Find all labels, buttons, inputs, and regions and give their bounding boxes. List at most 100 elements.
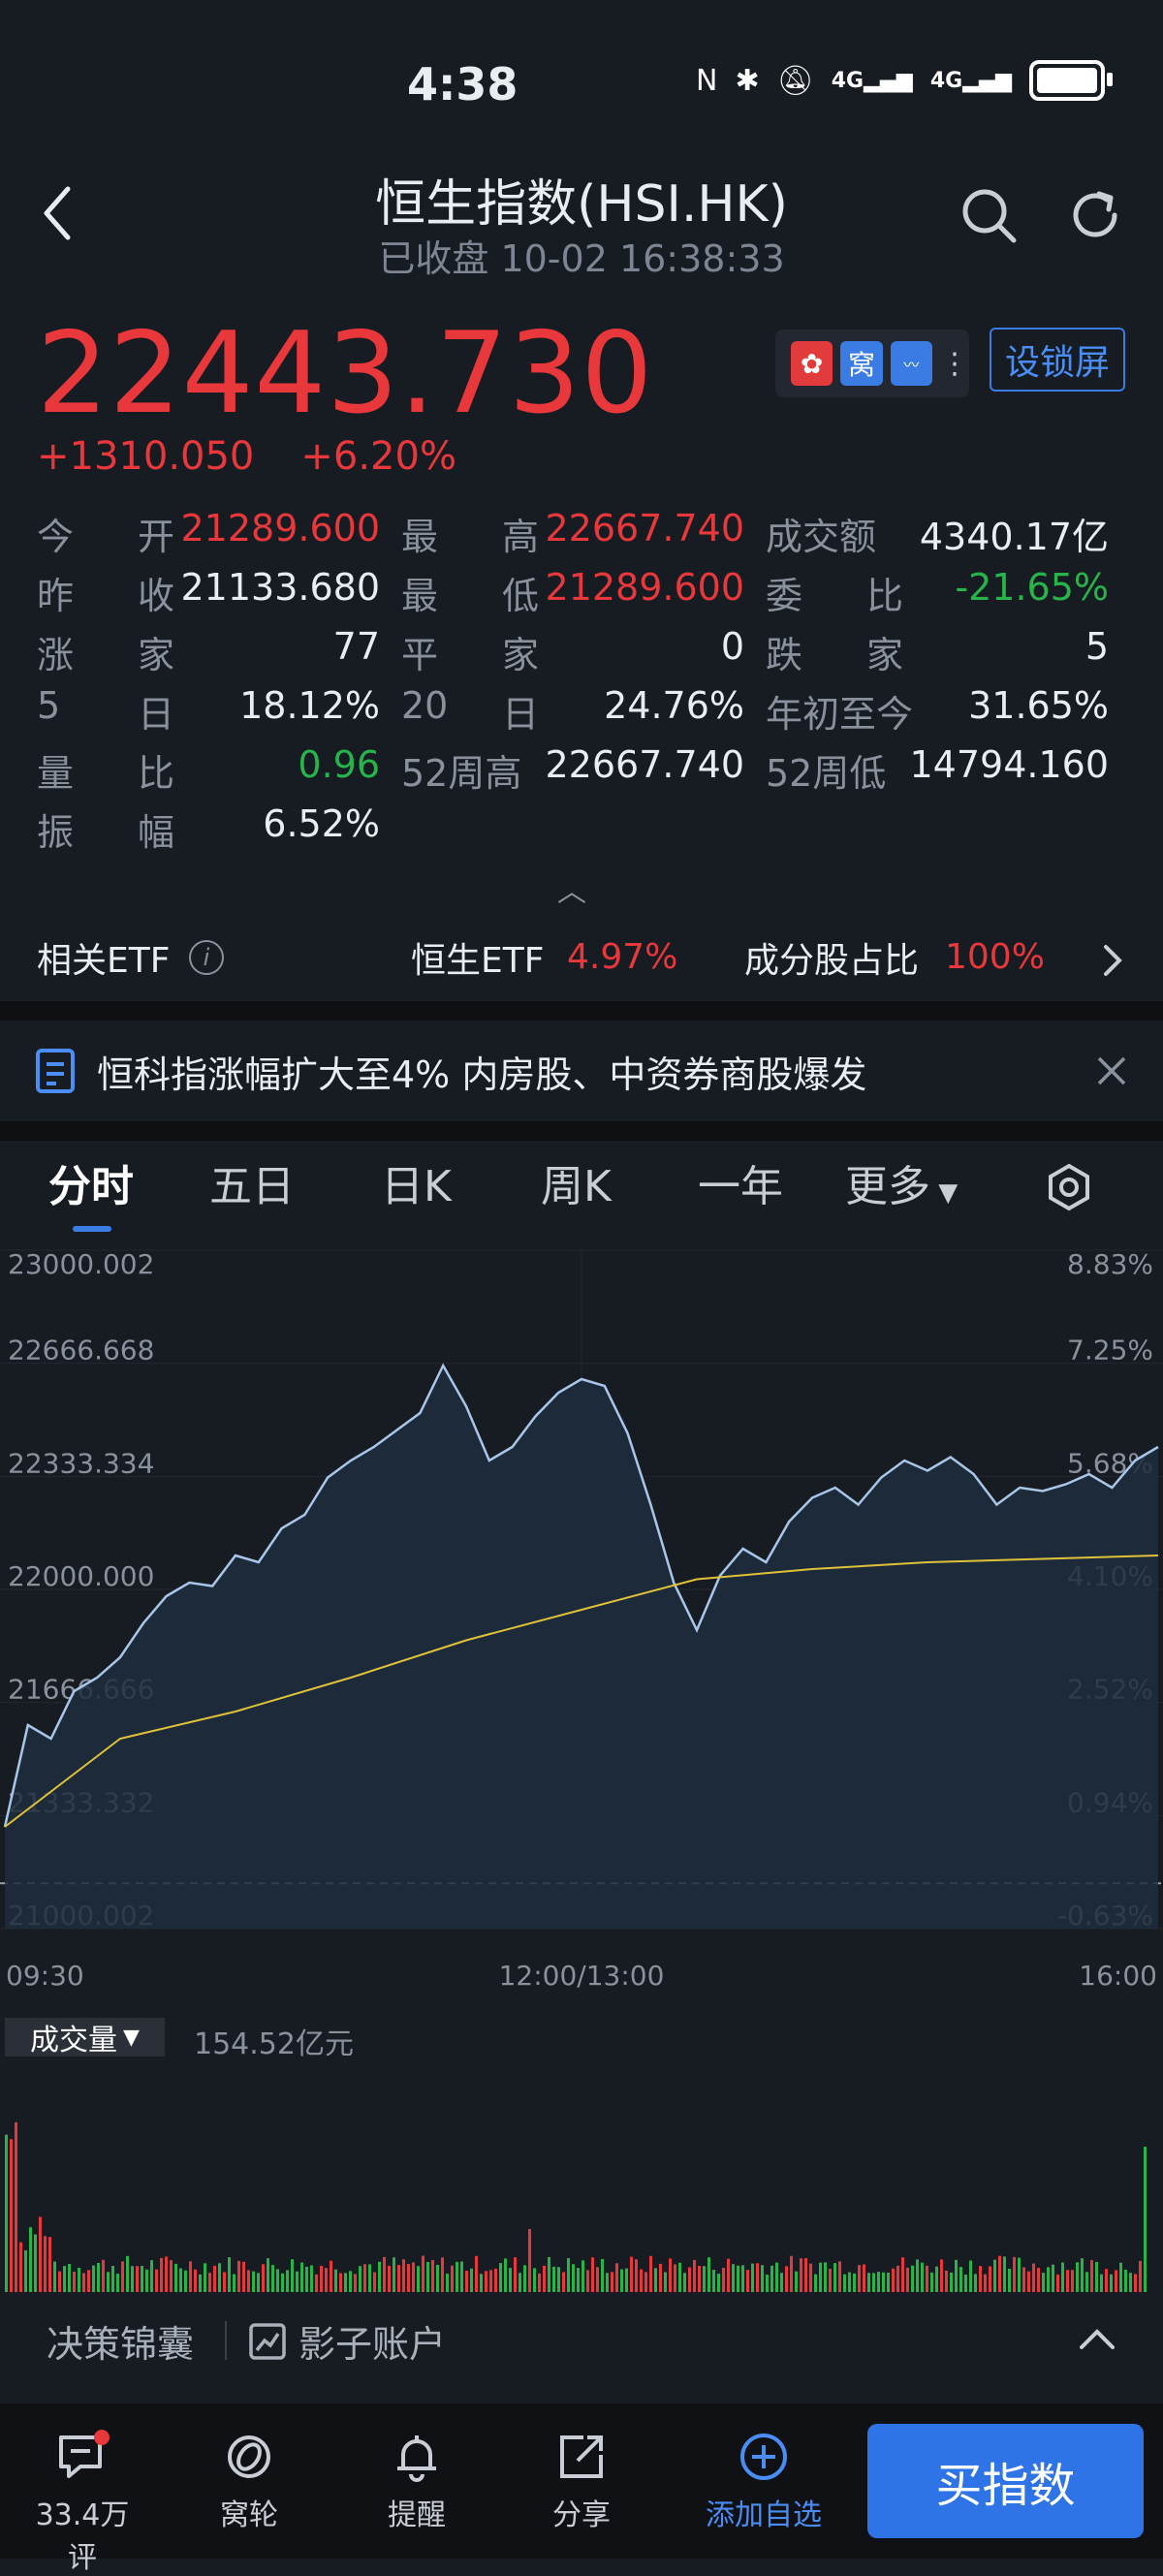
volume-bar (926, 2265, 928, 2292)
collapse-caret-icon[interactable]: ︿ (557, 867, 586, 910)
volume-bar (950, 2272, 953, 2292)
stat-value: 5 (1084, 625, 1109, 668)
volume-bar (562, 2272, 565, 2292)
volume-bar (780, 2273, 783, 2292)
volume-bar (165, 2256, 168, 2292)
volume-bar (606, 2273, 609, 2292)
volume-bar (126, 2255, 129, 2292)
volume-bar (887, 2272, 890, 2292)
volume-bar (901, 2257, 904, 2292)
nav-warrant[interactable]: 窝轮 (191, 2423, 307, 2533)
stat-label: 量比 (37, 743, 174, 797)
stat-label-part: 昨 (37, 575, 75, 617)
shadow-account-button[interactable]: 影子账户 (299, 2314, 446, 2368)
volume-bar (1134, 2274, 1137, 2292)
volume-bar (984, 2274, 987, 2292)
volume-bar (1110, 2274, 1113, 2292)
strategy-button[interactable]: 决策锦囊 (47, 2314, 194, 2368)
volume-bar (940, 2259, 943, 2292)
volume-bar (848, 2272, 851, 2292)
volume-bar (703, 2266, 706, 2292)
volume-bar (470, 2268, 473, 2292)
tab-daily-k[interactable]: 日K (381, 1151, 452, 1213)
volume-bar (1119, 2262, 1122, 2292)
volume-bar (582, 2260, 584, 2292)
tab-intraday[interactable]: 分时 (48, 1151, 134, 1213)
stat-cell: 年初至今 31.65% (766, 684, 1130, 738)
bell-icon (397, 2435, 436, 2482)
chevron-up-icon[interactable] (1078, 2324, 1116, 2353)
volume-bar (1018, 2257, 1021, 2292)
network-label-1: 4G (831, 68, 864, 93)
volume-bar (620, 2269, 623, 2292)
volume-bar (543, 2265, 546, 2292)
nav-label: 窝轮 (220, 2498, 278, 2532)
ratio-label: 成分股占比 (744, 940, 920, 981)
refresh-button[interactable] (1066, 186, 1124, 248)
volume-bar (707, 2257, 710, 2292)
stats-row: 昨收 21133.680 最低 21289.600 委比 -21.65% (37, 563, 1132, 622)
news-banner[interactable]: 恒科指涨幅扩大至4% 内房股、中资券商股爆发 (0, 1022, 1163, 1119)
volume-bar (102, 2259, 105, 2292)
volume-bar (111, 2265, 114, 2292)
volume-selector[interactable]: 成交量 ▼ (5, 2018, 165, 2058)
volume-bar (262, 2264, 265, 2292)
volume-bar (586, 2270, 589, 2292)
info-icon[interactable]: i (189, 939, 224, 975)
volume-bar (10, 2139, 13, 2292)
stat-label-part: 平 (401, 634, 439, 676)
nav-comments[interactable]: 33.4万评 (24, 2423, 141, 2576)
tab-five-day[interactable]: 五日 (209, 1151, 295, 1213)
buy-index-button[interactable]: 买指数 (867, 2424, 1144, 2538)
volume-bar (485, 2271, 487, 2292)
search-button[interactable] (959, 186, 1018, 248)
volume-bar (179, 2268, 182, 2292)
lock-screen-button[interactable]: 设锁屏 (990, 328, 1125, 392)
volume-bar (1037, 2268, 1040, 2292)
volume-bar (872, 2273, 875, 2292)
volume-bar (184, 2270, 187, 2292)
intraday-chart[interactable]: 23000.002 8.83%22666.668 7.25%22333.334 5.6… (0, 1241, 1163, 1996)
settings-icon[interactable] (1045, 1163, 1093, 1211)
close-icon[interactable] (1095, 1054, 1128, 1087)
stat-label-part: 高 (501, 516, 539, 558)
volume-bar (843, 2274, 846, 2292)
volume-bar (145, 2269, 148, 2292)
chart-tag-icon: 〰 (890, 341, 932, 386)
tab-more[interactable]: 更多 ▼ (845, 1151, 958, 1213)
nav-alert[interactable]: 提醒 (359, 2423, 475, 2533)
volume-bar (1095, 2261, 1098, 2292)
divider (225, 2321, 227, 2360)
volume-bar (189, 2261, 192, 2292)
volume-bar (989, 2266, 991, 2292)
etf-row[interactable]: 相关ETF i 恒生ETF 4.97% 成分股占比 100% (0, 916, 1163, 998)
volume-bar (339, 2273, 342, 2292)
nav-add-watchlist[interactable]: 添加自选 (706, 2423, 822, 2533)
volume-bar (1129, 2273, 1132, 2292)
market-tags[interactable]: ✿ 窝 〰 ⋮ (775, 330, 969, 397)
volume-bar (770, 2265, 773, 2292)
stat-label-part: 量 (37, 752, 75, 795)
volume-bar (296, 2271, 299, 2292)
tab-weekly-k[interactable]: 周K (541, 1151, 612, 1213)
volume-bar (82, 2273, 85, 2292)
volume-bar (383, 2256, 386, 2292)
stat-label-part: 幅 (137, 811, 174, 854)
stat-label: 跌家 (766, 625, 903, 678)
volume-bar (407, 2264, 410, 2292)
stat-cell: 平家0 (401, 625, 766, 678)
volume-bar (1027, 2271, 1030, 2292)
volume-bar (475, 2255, 478, 2292)
nav-share[interactable]: 分享 (523, 2423, 640, 2533)
stat-cell: 5 日 18.12% (37, 684, 401, 738)
refresh-icon (1073, 191, 1117, 237)
volume-bar (775, 2262, 778, 2292)
stat-label: 委比 (766, 566, 903, 619)
tab-one-year[interactable]: 一年 (698, 1151, 783, 1213)
volume-bar (751, 2263, 754, 2292)
dropdown-icon: ▼ (123, 2025, 140, 2050)
volume-bar (305, 2266, 308, 2292)
stat-cell: 最低 21289.600 (401, 566, 766, 619)
volume-bar (557, 2267, 560, 2292)
stat-label: 52周低 (766, 743, 886, 797)
